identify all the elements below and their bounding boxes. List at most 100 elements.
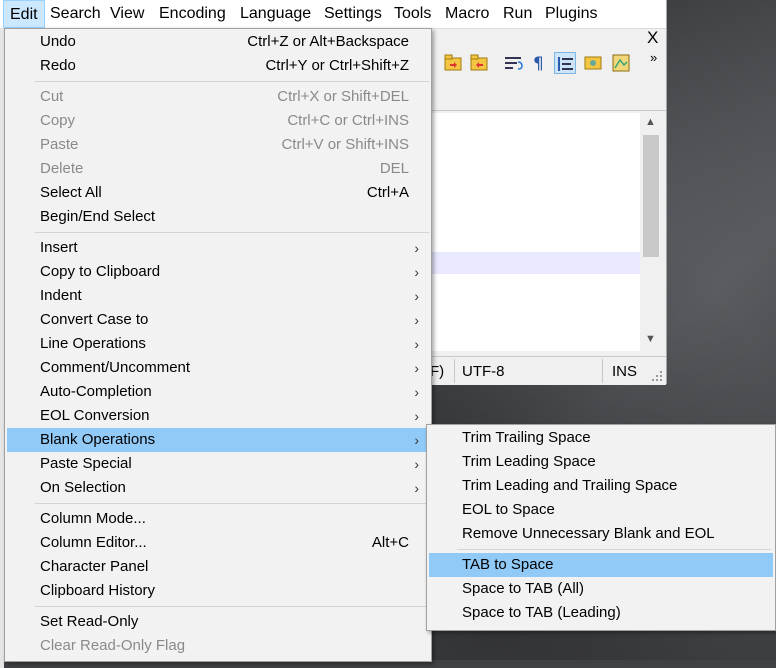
menu-item-label: Insert	[40, 239, 78, 256]
status-bar: F) UTF-8 INS	[430, 356, 666, 385]
menu-item-trim-both[interactable]: Trim Leading and Trailing Space	[429, 474, 773, 498]
menu-item-character-panel[interactable]: Character Panel	[7, 555, 429, 579]
menu-item-label: Trim Leading Space	[462, 453, 596, 470]
menu-item-delete[interactable]: Delete DEL	[7, 157, 429, 181]
menu-item-insert[interactable]: Insert ›	[7, 236, 429, 260]
menu-item-trim-leading[interactable]: Trim Leading Space	[429, 450, 773, 474]
menu-item-clear-read-only[interactable]: Clear Read-Only Flag	[7, 634, 429, 658]
menu-item-label: Indent	[40, 287, 82, 304]
menu-language[interactable]: Language	[234, 0, 317, 28]
submenu-arrow-icon: ›	[414, 240, 419, 256]
menu-item-label: Set Read-Only	[40, 613, 139, 630]
menu-item-label: TAB to Space	[462, 556, 554, 573]
menu-item-blank-operations[interactable]: Blank Operations ›	[7, 428, 429, 452]
menu-item-convert-case[interactable]: Convert Case to ›	[7, 308, 429, 332]
menu-item-label: Clipboard History	[40, 582, 156, 599]
menu-plugins[interactable]: Plugins	[539, 0, 603, 28]
menu-item-on-selection[interactable]: On Selection ›	[7, 476, 429, 500]
map-icon[interactable]	[610, 52, 632, 74]
edit-menu: Undo Ctrl+Z or Alt+Backspace Redo Ctrl+Y o…	[4, 28, 432, 662]
menu-item-space-to-tab-leading[interactable]: Space to TAB (Leading)	[429, 601, 773, 625]
menu-item-eol-conversion[interactable]: EOL Conversion ›	[7, 404, 429, 428]
folder-sync-icon[interactable]	[442, 52, 464, 74]
menu-item-label: Convert Case to	[40, 311, 149, 328]
menu-item-label: Line Operations	[40, 335, 146, 352]
menu-item-label: Character Panel	[40, 558, 149, 575]
menu-tools[interactable]: Tools	[388, 0, 437, 28]
menu-item-copy[interactable]: Copy Ctrl+C or Ctrl+INS	[7, 109, 429, 133]
scroll-thumb[interactable]	[643, 135, 659, 257]
menu-bar: Edit Search View Encoding Language Setti…	[0, 0, 666, 29]
menu-separator	[35, 81, 429, 82]
menu-item-label: Column Editor...	[40, 534, 147, 551]
indent-guide-icon[interactable]	[554, 52, 576, 74]
menu-item-eol-to-space[interactable]: EOL to Space	[429, 498, 773, 522]
menu-item-space-to-tab-all[interactable]: Space to TAB (All)	[429, 577, 773, 601]
menu-item-label: Redo	[40, 57, 76, 74]
user-lang-icon[interactable]	[582, 52, 604, 74]
shortcut-label: Ctrl+Z or Alt+Backspace	[247, 33, 409, 50]
menu-settings[interactable]: Settings	[318, 0, 388, 28]
menu-item-line-operations[interactable]: Line Operations ›	[7, 332, 429, 356]
menu-view[interactable]: View	[104, 0, 150, 28]
menu-macro[interactable]: Macro	[439, 0, 495, 28]
menu-item-clipboard-history[interactable]: Clipboard History	[7, 579, 429, 603]
menu-item-tab-to-space[interactable]: TAB to Space	[429, 553, 773, 577]
menu-item-column-editor[interactable]: Column Editor... Alt+C	[7, 531, 429, 555]
menu-item-indent[interactable]: Indent ›	[7, 284, 429, 308]
menu-separator	[35, 606, 429, 607]
word-wrap-icon[interactable]	[502, 52, 524, 74]
resize-grip-icon[interactable]	[650, 370, 664, 382]
menu-edit[interactable]: Edit	[3, 0, 45, 28]
submenu-arrow-icon: ›	[414, 360, 419, 376]
menu-item-begin-end-select[interactable]: Begin/End Select	[7, 205, 429, 229]
menu-item-select-all[interactable]: Select All Ctrl+A	[7, 181, 429, 205]
shortcut-label: Ctrl+Y or Ctrl+Shift+Z	[265, 57, 409, 74]
menu-item-label: Copy to Clipboard	[40, 263, 161, 280]
shortcut-label: Ctrl+C or Ctrl+INS	[287, 112, 409, 129]
menu-encoding[interactable]: Encoding	[153, 0, 232, 28]
submenu-arrow-icon: ›	[414, 288, 419, 304]
menu-item-label: Clear Read-Only Flag	[40, 637, 186, 654]
menu-item-label: Select All	[40, 184, 102, 201]
menu-item-label: Space to TAB (Leading)	[462, 604, 621, 621]
menu-item-paste[interactable]: Paste Ctrl+V or Shift+INS	[7, 133, 429, 157]
menu-item-label: Trim Trailing Space	[462, 429, 591, 446]
toolbar-overflow-button[interactable]: »	[650, 50, 657, 65]
scroll-up-icon[interactable]: ▲	[645, 116, 656, 128]
status-eol: F)	[430, 363, 445, 380]
menu-item-remove-unnecessary[interactable]: Remove Unnecessary Blank and EOL	[429, 522, 773, 546]
menu-item-trim-trailing[interactable]: Trim Trailing Space	[429, 426, 773, 450]
vertical-scrollbar[interactable]: ▲ ▼	[640, 113, 662, 351]
menu-item-copy-to-clipboard[interactable]: Copy to Clipboard ›	[7, 260, 429, 284]
menu-item-label: Remove Unnecessary Blank and EOL	[462, 525, 715, 542]
menu-item-cut[interactable]: Cut Ctrl+X or Shift+DEL	[7, 85, 429, 109]
menu-item-label: EOL Conversion	[40, 407, 150, 424]
menu-item-comment[interactable]: Comment/Uncomment ›	[7, 356, 429, 380]
status-encoding: UTF-8	[462, 363, 505, 380]
menu-item-redo[interactable]: Redo Ctrl+Y or Ctrl+Shift+Z	[7, 54, 429, 78]
menu-item-label: Comment/Uncomment	[40, 359, 191, 376]
menu-item-undo[interactable]: Undo Ctrl+Z or Alt+Backspace	[7, 30, 429, 54]
menu-item-auto-completion[interactable]: Auto-Completion ›	[7, 380, 429, 404]
svg-text:¶: ¶	[533, 54, 544, 74]
folder-sync-2-icon[interactable]	[468, 52, 490, 74]
menu-run[interactable]: Run	[497, 0, 538, 28]
menu-item-label: Paste Special	[40, 455, 132, 472]
toolbar: ¶	[430, 50, 666, 78]
menu-item-column-mode[interactable]: Column Mode...	[7, 507, 429, 531]
editor-area[interactable]	[430, 113, 640, 351]
pilcrow-icon[interactable]: ¶	[528, 52, 550, 74]
blank-operations-submenu: Trim Trailing Space Trim Leading Space T…	[426, 424, 776, 631]
menu-item-label: Space to TAB (All)	[462, 580, 584, 597]
shortcut-label: Ctrl+X or Shift+DEL	[277, 88, 409, 105]
shortcut-label: Ctrl+A	[366, 184, 409, 201]
menu-separator	[457, 549, 771, 550]
close-document-button[interactable]: X	[647, 28, 658, 48]
menu-search[interactable]: Search	[44, 0, 107, 28]
submenu-arrow-icon: ›	[414, 384, 419, 400]
scroll-down-icon[interactable]: ▼	[645, 333, 656, 345]
menu-item-label: Cut	[40, 88, 64, 105]
menu-item-paste-special[interactable]: Paste Special ›	[7, 452, 429, 476]
menu-item-set-read-only[interactable]: Set Read-Only	[7, 610, 429, 634]
